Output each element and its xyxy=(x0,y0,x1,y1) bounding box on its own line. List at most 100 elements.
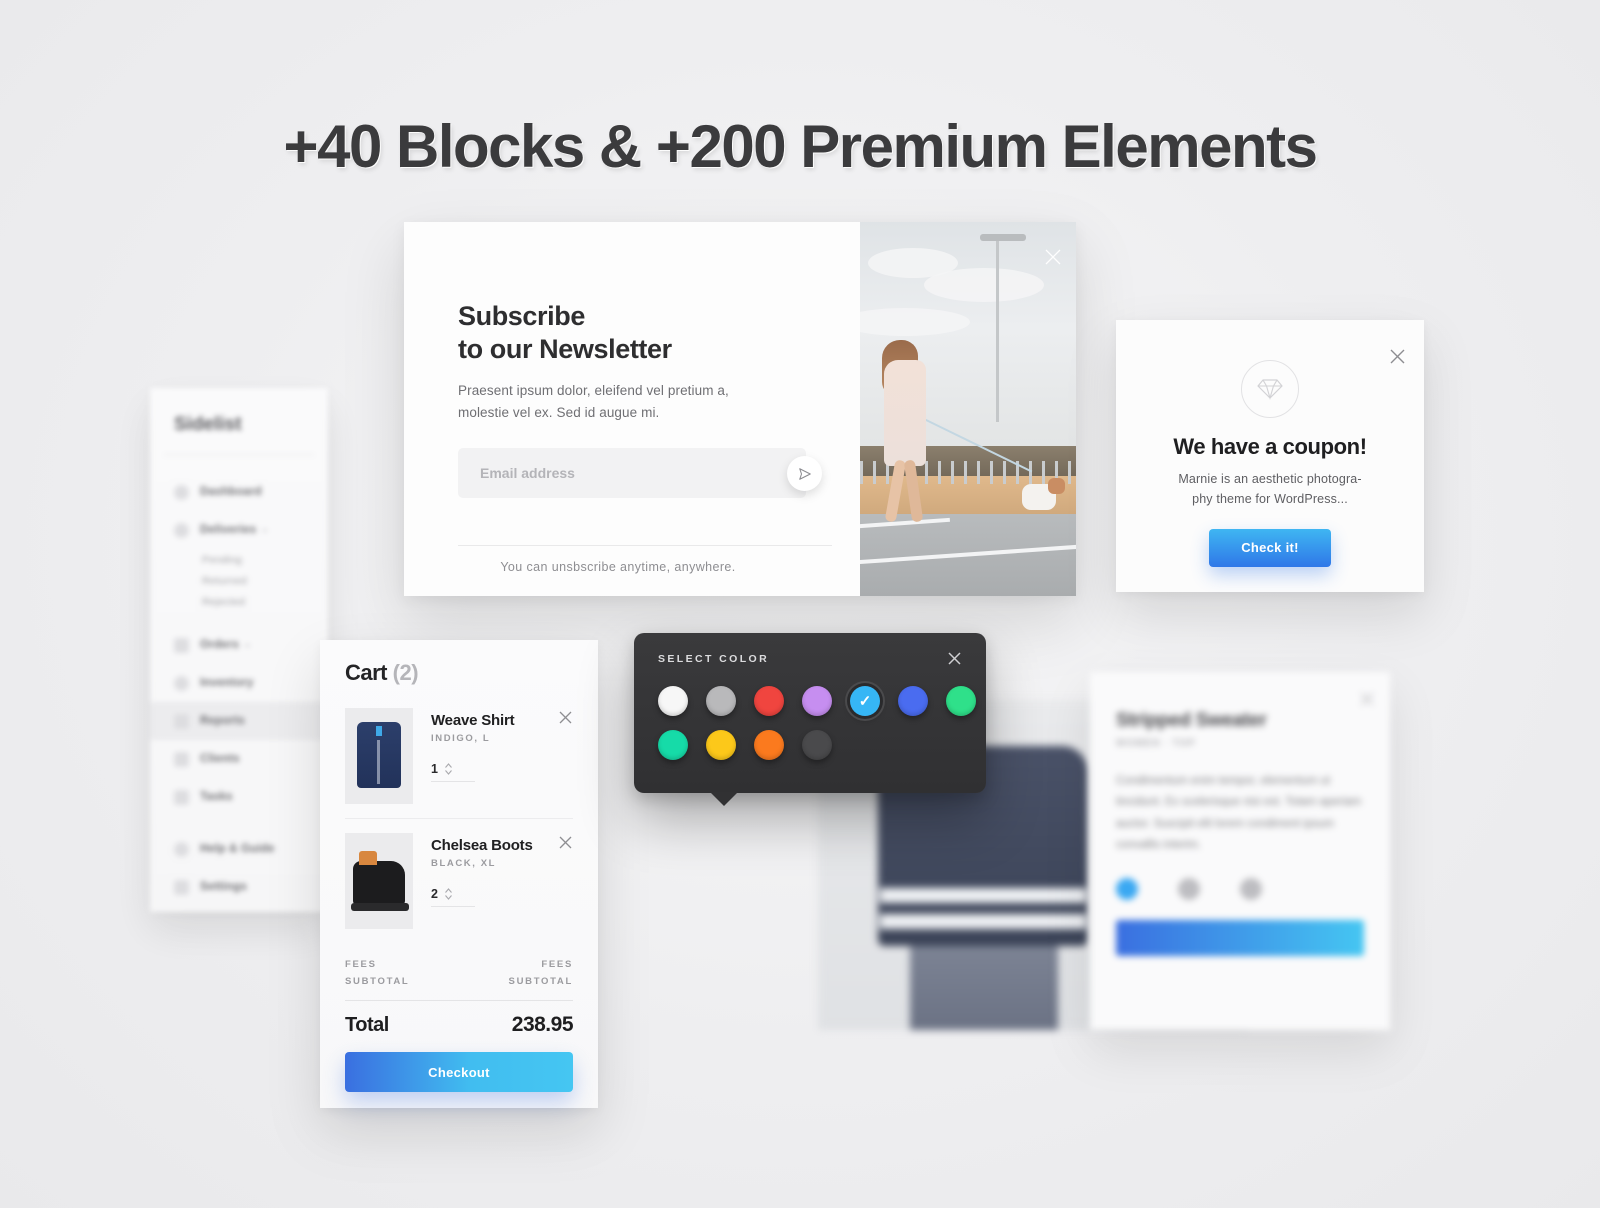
coupon-subtitle: Marnie is an aesthetic photogra- phy the… xyxy=(1178,472,1362,506)
woman-body xyxy=(884,360,926,466)
sidebar-item-label: Clients xyxy=(200,753,240,765)
color-swatch-blue[interactable] xyxy=(898,686,928,716)
help-icon xyxy=(174,841,189,857)
color-dot-dark[interactable] xyxy=(1240,878,1262,901)
sidebar-item-label: Deliveries xyxy=(200,524,257,536)
cart-item-variant: BLACK, XL xyxy=(431,858,497,869)
stepper-arrows-icon xyxy=(445,763,452,775)
cart-item-variant: INDIGO, L xyxy=(431,733,491,744)
sidebar-item-tasks[interactable]: Tasks xyxy=(150,778,328,816)
chevron-down-icon: – xyxy=(262,525,268,535)
color-swatch-gray[interactable] xyxy=(706,686,736,716)
color-swatch-white[interactable] xyxy=(658,686,688,716)
boot-shape xyxy=(351,851,409,911)
sidebar-item-label: Orders xyxy=(200,639,239,651)
color-swatch-row-2 xyxy=(658,730,962,760)
quantity-value: 1 xyxy=(431,762,438,776)
close-icon[interactable] xyxy=(1044,248,1062,266)
newsletter-divider xyxy=(458,545,832,546)
product-card: Stripped Sweater WOMEN · TOP Condimentum… xyxy=(1090,672,1390,1030)
sidebar-item-label: Reports xyxy=(200,715,245,727)
sidebar-item-inventory[interactable]: Inventory xyxy=(150,664,328,702)
cart-title-label: Cart xyxy=(345,660,388,685)
fees-subtotal-left: FEES SUBTOTAL xyxy=(345,959,410,987)
check-it-button[interactable]: Check it! xyxy=(1209,529,1331,567)
chart-icon xyxy=(174,713,189,729)
fees-subtotal-right: FEES SUBTOTAL xyxy=(508,959,573,987)
cart-divider xyxy=(345,1000,573,1002)
color-swatch-light-blue[interactable]: ✓ xyxy=(850,686,880,716)
newsletter-footer-note: You can unsbscribe anytime, anywhere. xyxy=(500,560,736,574)
users-icon xyxy=(174,751,189,767)
close-icon[interactable] xyxy=(1360,692,1374,706)
color-swatch-dark-gray[interactable] xyxy=(802,730,832,760)
stepper-arrows-icon xyxy=(445,888,452,900)
close-icon[interactable] xyxy=(558,710,573,725)
color-swatch-green[interactable] xyxy=(946,686,976,716)
sidebar-subitem-rejected[interactable]: Rejected xyxy=(150,591,328,612)
street-lamp-head xyxy=(980,234,1026,241)
street-lamp-pole xyxy=(996,236,999,422)
newsletter-card: Subscribe to our Newsletter Praesent ips… xyxy=(404,222,1076,596)
product-color-options[interactable] xyxy=(1116,878,1364,901)
cart-fees: FEES SUBTOTAL FEES SUBTOTAL xyxy=(345,957,573,990)
sidebar-item-label: Inventory xyxy=(200,677,254,689)
sidebar-subitem-pending[interactable]: Pending xyxy=(150,549,328,570)
sidebar-item-orders[interactable]: Orders – xyxy=(150,626,328,664)
color-swatch-orange[interactable] xyxy=(754,730,784,760)
color-swatch-mint[interactable] xyxy=(658,730,688,760)
add-to-cart-button[interactable] xyxy=(1116,920,1364,957)
sidebar-item-label: Dashboard xyxy=(200,486,262,498)
cart-item-info: Weave Shirt INDIGO, L 1 xyxy=(431,708,573,804)
newsletter-photo xyxy=(860,222,1076,596)
check-icon: ✓ xyxy=(858,692,872,710)
page-title: +40 Blocks & +200 Premium Elements xyxy=(283,113,1318,180)
cart-item-row: Chelsea Boots BLACK, XL 2 xyxy=(345,818,573,943)
gear-icon xyxy=(174,879,189,895)
email-input[interactable] xyxy=(458,448,806,499)
product-description: Condimentum enim tempor, elementum ut ti… xyxy=(1116,775,1362,851)
color-picker-header: SELECT COLOR xyxy=(658,651,962,666)
sidebar-subitem-returned[interactable]: Returned xyxy=(150,570,328,591)
circle-icon xyxy=(174,484,189,500)
boot-thumbnail xyxy=(345,833,413,929)
color-dot-blue[interactable] xyxy=(1116,878,1138,901)
close-icon[interactable] xyxy=(558,835,573,850)
newsletter-form xyxy=(458,448,822,499)
color-dot-gray[interactable] xyxy=(1178,878,1200,901)
newsletter-title: Subscribe to our Newsletter xyxy=(458,301,672,364)
square-icon xyxy=(174,637,189,653)
cart-item-count: (2) xyxy=(392,660,419,685)
color-swatch-row-1: ✓ xyxy=(658,686,976,716)
sidebar-item-label: Settings xyxy=(200,881,247,893)
close-icon[interactable] xyxy=(1389,348,1406,365)
sidebar-item-dashboard[interactable]: Dashboard xyxy=(150,473,328,511)
cart-title: Cart (2) xyxy=(345,660,573,686)
sidebar-item-reports[interactable]: Reports xyxy=(150,702,328,740)
total-value: 238.95 xyxy=(511,1013,574,1037)
total-label: Total xyxy=(345,1014,389,1037)
sidebar-item-help-guide[interactable]: Help & Guide xyxy=(150,830,328,868)
chevron-down-icon: – xyxy=(244,640,251,650)
color-swatch-yellow[interactable] xyxy=(706,730,736,760)
sidebar-divider xyxy=(164,454,314,455)
sidebar-panel: Sidelist Dashboard Deliveries – Pending … xyxy=(150,388,328,912)
cart-item-name: Chelsea Boots xyxy=(431,837,533,854)
quantity-stepper[interactable]: 2 xyxy=(431,887,475,907)
coupon-card: We have a coupon! Marnie is an aesthetic… xyxy=(1116,320,1424,592)
checkout-button[interactable]: Checkout xyxy=(345,1052,573,1093)
color-swatch-red[interactable] xyxy=(754,686,784,716)
quantity-stepper[interactable]: 1 xyxy=(431,762,475,782)
quantity-value: 2 xyxy=(431,887,438,901)
sidebar-item-settings[interactable]: Settings xyxy=(150,868,328,906)
sidebar-item-deliveries[interactable]: Deliveries – xyxy=(150,511,328,549)
cart-panel: Cart (2) Weave Shirt INDIGO, L 1 Chelsea… xyxy=(320,640,598,1108)
newsletter-subtitle: Praesent ipsum dolor, eleifend vel preti… xyxy=(458,382,729,421)
sidebar-item-clients[interactable]: Clients xyxy=(150,740,328,778)
close-icon[interactable] xyxy=(947,651,962,666)
send-icon[interactable] xyxy=(787,456,822,492)
color-swatch-lilac[interactable] xyxy=(802,686,832,716)
color-picker-popover: SELECT COLOR ✓ xyxy=(634,633,986,806)
